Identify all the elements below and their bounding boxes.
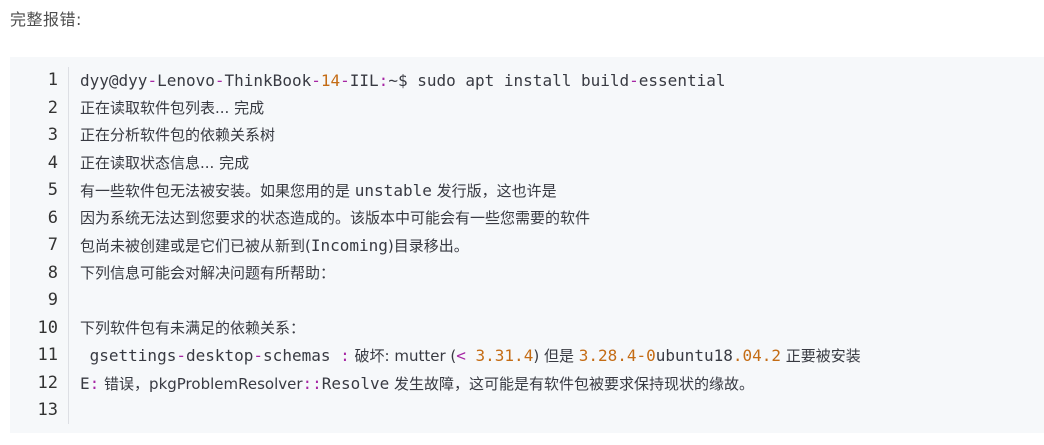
code-line: 下列信息可能会对解决问题有所帮助： — [80, 263, 336, 282]
line-number-gutter: 1 2 3 4 5 6 7 8 9 10 11 12 13 — [10, 67, 69, 424]
line-number: 4 — [47, 152, 58, 173]
code-text: unstable — [354, 181, 432, 200]
code-text: 破坏: mutter ( — [349, 347, 457, 365]
line-number: 11 — [37, 345, 58, 365]
code-text: ThinkBook — [224, 71, 312, 90]
line-number: 5 — [47, 180, 58, 200]
code-text: ) 但是 — [533, 347, 579, 365]
code-line: dyy@dyy-Lenovo-ThinkBook-14-IIL:~$ sudo … — [80, 67, 1044, 95]
line-number: 8 — [47, 262, 58, 283]
code-operator: :: — [302, 373, 322, 393]
code-line: 因为系统无法达到您要求的状态造成的。该版本中可能会有一些您需要的软件 — [80, 208, 591, 227]
line-number: 9 — [47, 290, 58, 310]
line-number: 13 — [37, 400, 58, 420]
code-operator: : — [89, 373, 100, 393]
code-text: 错误，pkgProblemResolver — [99, 374, 303, 393]
code-text: IIL — [349, 71, 379, 90]
code-number: .04.2 — [732, 346, 782, 365]
code-operator: : — [378, 71, 389, 90]
line-number: 7 — [47, 235, 58, 255]
code-line: E: 错误，pkgProblemResolver::Resolve 发生故障，这… — [80, 370, 1044, 398]
code-line: 下列软件包有未满足的依赖关系： — [80, 318, 306, 337]
section-heading: 完整报错: — [10, 10, 82, 29]
code-number: 3.28.4-0 — [578, 346, 656, 365]
code-text: 发生故障，这可能是有软件包被要求保持现状的缘故。 — [389, 374, 754, 393]
code-text: )目录移出。 — [387, 237, 469, 255]
code-operator: - — [629, 71, 639, 90]
code-text: ubuntu18 — [655, 346, 733, 365]
code-line: 有一些软件包无法被安装。如果您用的是 unstable 发行版，这也许是 — [80, 177, 1044, 205]
code-operator: < — [456, 346, 466, 365]
code-content: dyy@dyy-Lenovo-ThinkBook-14-IIL:~$ sudo … — [80, 67, 1044, 425]
code-operator: - — [311, 71, 321, 90]
code-text: 正要被安装 — [781, 347, 861, 365]
code-line: 包尚未被创建或是它们已被从新到(Incoming)目录移出。 — [80, 232, 1044, 260]
line-number: 1 — [47, 70, 58, 90]
code-text: schemas — [263, 346, 341, 365]
code-line: 正在读取状态信息... 完成 — [80, 153, 250, 172]
code-text: Incoming — [310, 236, 388, 255]
code-operator: : — [340, 346, 350, 365]
code-operator: - — [147, 71, 158, 90]
code-line: 正在分析软件包的依赖关系树 — [80, 126, 276, 144]
line-number: 3 — [47, 125, 58, 145]
line-number: 12 — [37, 372, 58, 393]
code-operator: - — [176, 346, 186, 365]
code-text: essential — [638, 71, 726, 90]
code-text: Lenovo — [157, 71, 215, 90]
code-line: 正在读取软件包列表... 完成 — [80, 98, 265, 117]
code-text: 发行版，这也许是 — [431, 182, 557, 200]
code-operator: - — [214, 71, 225, 90]
code-operator: - — [253, 346, 264, 365]
code-text: dyy@dyy — [80, 71, 148, 90]
code-text: gsettings — [80, 346, 177, 365]
code-text: 有一些软件包无法被安装。如果您用的是 — [80, 182, 355, 200]
code-text: ~$ sudo apt install build — [388, 71, 630, 90]
code-line: gsettings-desktop-schemas : 破坏: mutter (… — [80, 342, 1044, 370]
code-text: E — [80, 373, 90, 393]
line-number: 2 — [47, 97, 58, 118]
code-number: 14 — [320, 71, 341, 90]
line-number: 6 — [47, 207, 58, 228]
code-block: 1 2 3 4 5 6 7 8 9 10 11 12 13 dyy@dyy-Le… — [10, 57, 1044, 433]
code-text: desktop — [185, 346, 254, 365]
line-number: 10 — [37, 317, 58, 338]
code-operator: - — [340, 71, 350, 90]
code-number: 3.31.4 — [465, 346, 534, 365]
code-text: Resolve — [321, 373, 390, 393]
code-text: 包尚未被创建或是它们已被从新到( — [80, 237, 311, 255]
